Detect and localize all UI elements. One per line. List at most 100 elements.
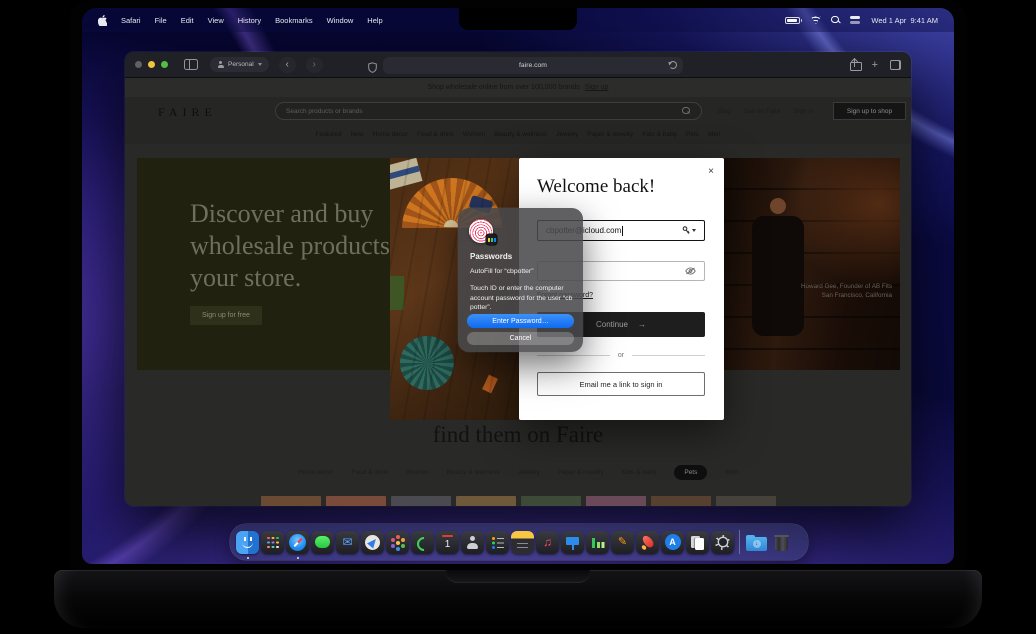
category-link[interactable]: New bbox=[351, 131, 364, 138]
email-link-button[interactable]: Email me a link to sign in bbox=[537, 372, 705, 396]
bottom-nav-pill[interactable]: Food & drink bbox=[351, 465, 388, 480]
dock-app-contacts[interactable] bbox=[461, 530, 484, 554]
category-link[interactable]: Women bbox=[463, 131, 485, 138]
bottom-category-nav: Home decor Food & drink Women Beauty & well… bbox=[125, 462, 911, 482]
window-close-button[interactable] bbox=[135, 61, 142, 68]
category-link[interactable]: Featured bbox=[315, 131, 341, 138]
promo-banner: Shop wholesale online from over 100,000 … bbox=[125, 78, 911, 97]
arrow-right-icon: → bbox=[638, 320, 647, 329]
cancel-button[interactable]: Cancel bbox=[467, 332, 574, 345]
dock-app-photos[interactable] bbox=[386, 530, 409, 554]
macbook-base bbox=[54, 570, 982, 628]
sidebar-icon[interactable] bbox=[184, 59, 198, 70]
enter-password-button[interactable]: Enter Password… bbox=[467, 314, 574, 328]
profile-switcher[interactable]: Personal bbox=[210, 57, 269, 72]
dock-app-notes[interactable] bbox=[511, 530, 534, 554]
bottom-nav-pill[interactable]: Jewelry bbox=[518, 465, 540, 480]
category-link[interactable]: Home decor bbox=[373, 131, 408, 138]
status-icon-wifi[interactable] bbox=[810, 16, 822, 24]
search-input[interactable]: Search products or brands bbox=[275, 102, 702, 120]
header-link[interactable]: Sell on Faire bbox=[744, 108, 781, 115]
bottom-nav-pill[interactable]: Paper & novelty bbox=[558, 465, 604, 480]
address-bar[interactable]: faire.com bbox=[383, 56, 683, 74]
tab-overview-icon[interactable] bbox=[890, 60, 901, 70]
back-button[interactable] bbox=[278, 56, 296, 73]
category-link[interactable]: Paper & novelty bbox=[587, 131, 633, 138]
dock-app-messages[interactable] bbox=[311, 530, 334, 554]
apple-menu-icon[interactable] bbox=[98, 14, 107, 26]
category-link[interactable]: Men bbox=[708, 131, 721, 138]
forward-button[interactable] bbox=[305, 56, 323, 73]
status-icon-control-center[interactable] bbox=[850, 16, 861, 24]
app-label: 1 bbox=[444, 538, 451, 550]
menu-item[interactable]: History bbox=[238, 16, 261, 25]
show-password-icon[interactable] bbox=[685, 262, 696, 280]
reload-icon[interactable] bbox=[669, 61, 677, 69]
menu-item[interactable]: Window bbox=[327, 16, 354, 25]
dock-app-settings-wheel[interactable] bbox=[711, 530, 734, 554]
menu-bar-clock[interactable]: Wed 1 Apr 9:41 AM bbox=[871, 16, 938, 25]
category-link[interactable]: Pets bbox=[686, 131, 699, 138]
passwords-app-badge-icon bbox=[486, 234, 497, 245]
bottom-nav-pill[interactable]: Home decor bbox=[298, 465, 333, 480]
dock-app-freeform[interactable] bbox=[686, 530, 709, 554]
signup-to-shop-button[interactable]: Sign up to shop bbox=[833, 102, 906, 120]
photo-teal-fan bbox=[400, 336, 454, 390]
category-link[interactable]: Food & drink bbox=[417, 131, 454, 138]
product-thumbnail bbox=[650, 496, 711, 506]
photo-green-box bbox=[390, 276, 404, 310]
dock-app-mail[interactable]: ✉ bbox=[336, 530, 359, 554]
text-caret bbox=[622, 225, 624, 236]
autofill-key-icon[interactable] bbox=[682, 226, 696, 235]
dock-app-calendar[interactable]: 1 bbox=[436, 530, 459, 554]
window-zoom-button[interactable] bbox=[161, 61, 168, 68]
bottom-nav-pill[interactable]: Pets bbox=[674, 464, 708, 480]
hero-heading-line: your store. bbox=[190, 263, 302, 292]
dock-app-launchpad[interactable] bbox=[261, 530, 284, 554]
window-minimize-button[interactable] bbox=[148, 61, 155, 68]
new-tab-icon[interactable] bbox=[872, 60, 878, 71]
dock-app-app-store[interactable]: A bbox=[661, 530, 684, 554]
close-icon[interactable]: × bbox=[708, 166, 714, 177]
dock-app-downloads[interactable]: ↓ bbox=[745, 531, 768, 554]
macbook-lip bbox=[446, 570, 590, 583]
dock-app-numbers[interactable] bbox=[586, 530, 609, 554]
faire-logo[interactable]: FAIRE bbox=[158, 105, 217, 120]
category-link[interactable]: Beauty & wellness bbox=[494, 131, 547, 138]
dock-app-pages[interactable]: ✎ bbox=[611, 530, 634, 554]
dock-app-maps[interactable] bbox=[361, 530, 384, 554]
header-link[interactable]: Sign in bbox=[794, 108, 814, 115]
menu-item[interactable]: Safari bbox=[121, 16, 141, 25]
photo-fan-center bbox=[444, 220, 458, 227]
category-link[interactable]: Jewelry bbox=[556, 131, 578, 138]
banner-signup-link[interactable]: Sign up bbox=[585, 84, 609, 91]
menu-item[interactable]: View bbox=[208, 16, 224, 25]
bottom-nav-pill[interactable]: Kids & baby bbox=[622, 465, 657, 480]
dock-app-phone[interactable] bbox=[411, 530, 434, 554]
bottom-nav-pill[interactable]: Beauty & wellness bbox=[447, 465, 500, 480]
dock-app-music[interactable]: ♫ bbox=[536, 530, 559, 554]
dock-app-finder[interactable] bbox=[236, 530, 259, 559]
category-link[interactable]: Kids & baby bbox=[642, 131, 677, 138]
dock-app-reminders[interactable] bbox=[486, 530, 509, 554]
dock-app-keynote[interactable] bbox=[561, 530, 584, 554]
header-link[interactable]: Blog bbox=[718, 108, 731, 115]
dock-app-safari[interactable] bbox=[286, 530, 309, 559]
dock-app-trash[interactable] bbox=[770, 531, 793, 554]
touchid-fingerprint-icon bbox=[469, 219, 497, 245]
menu-item[interactable]: Edit bbox=[181, 16, 194, 25]
menu-item[interactable]: Bookmarks bbox=[275, 16, 313, 25]
dialog-autofill-line: AutoFill for “cbpotter” bbox=[470, 268, 534, 275]
menu-item[interactable]: Help bbox=[367, 16, 382, 25]
share-icon[interactable] bbox=[849, 57, 862, 71]
product-thumbnail bbox=[260, 496, 321, 506]
status-icon-battery[interactable] bbox=[785, 16, 803, 24]
privacy-shield-icon[interactable] bbox=[368, 60, 377, 78]
menu-item[interactable]: File bbox=[155, 16, 167, 25]
dock-app-rocket[interactable] bbox=[636, 530, 659, 554]
bottom-nav-pill[interactable]: Women bbox=[406, 465, 428, 480]
signup-free-button[interactable]: Sign up for free bbox=[190, 306, 262, 325]
product-thumbnail bbox=[585, 496, 646, 506]
status-icon-spotlight[interactable] bbox=[831, 15, 840, 25]
bottom-nav-pill[interactable]: Men bbox=[725, 465, 738, 480]
